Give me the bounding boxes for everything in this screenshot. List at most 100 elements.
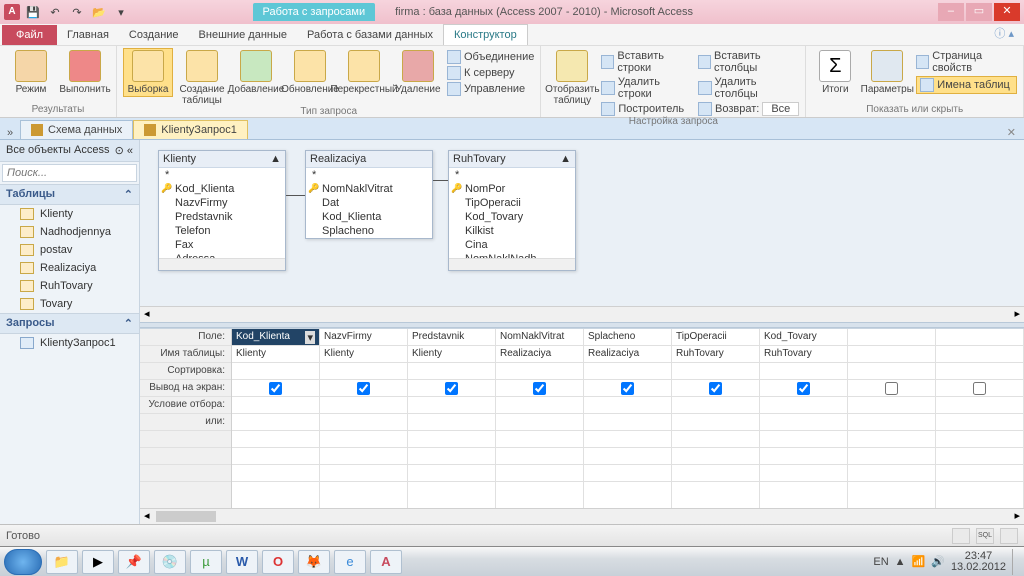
show-checkbox[interactable]	[709, 382, 722, 395]
tab-create[interactable]: Создание	[119, 25, 189, 45]
grid-column[interactable]: TipOperaciiRuhTovary	[672, 329, 760, 508]
nav-toggle-icon[interactable]: »	[0, 127, 20, 139]
show-desktop-button[interactable]	[1012, 549, 1020, 575]
btn-totals[interactable]: ΣИтоги	[812, 48, 858, 95]
view-sql-icon[interactable]: SQL	[976, 528, 994, 544]
tab-home[interactable]: Главная	[57, 25, 119, 45]
diagram-hscroll[interactable]: ◂▸	[140, 306, 1024, 322]
close-button[interactable]: ✕	[994, 3, 1020, 21]
btn-insertrows[interactable]: Вставить строки	[601, 50, 694, 74]
tab-external[interactable]: Внешние данные	[189, 25, 297, 45]
nav-table-item[interactable]: postav	[0, 241, 139, 259]
task-access[interactable]: A	[370, 550, 402, 574]
show-checkbox[interactable]	[621, 382, 634, 395]
doctab-close-icon[interactable]: ✕	[999, 126, 1024, 139]
table-ruhtovary[interactable]: RuhTovary▲ *NomPorTipOperaciiKod_TovaryK…	[448, 150, 576, 271]
grid-column[interactable]: PredstavnikKlienty	[408, 329, 496, 508]
tray-flag-icon[interactable]: ▲	[895, 556, 906, 568]
task-utorrent[interactable]: µ	[190, 550, 222, 574]
grid-column[interactable]	[848, 329, 936, 508]
btn-union[interactable]: Объединение	[447, 50, 534, 64]
nav-query-item[interactable]: KlientyЗапрос1	[0, 334, 139, 352]
grid-column[interactable]: SplachenoRealizaciya	[584, 329, 672, 508]
grid-columns[interactable]: Kod_Klienta ▾KlientyNazvFirmyKlientyPred…	[232, 329, 1024, 508]
tray-clock[interactable]: 23:4713.02.2012	[951, 551, 1006, 573]
collapse-icon[interactable]: ⌃	[124, 317, 133, 330]
show-checkbox[interactable]	[533, 382, 546, 395]
qat-open-icon[interactable]: 📂	[90, 3, 108, 21]
show-checkbox[interactable]	[269, 382, 282, 395]
relationship-diagram[interactable]: Klienty▲ *Kod_KlientaNazvFirmyPredstavni…	[140, 140, 1024, 306]
nav-header[interactable]: Все объекты Access⊙ «	[0, 140, 139, 162]
btn-crosstab[interactable]: Перекрестный	[339, 48, 389, 95]
task-word[interactable]: W	[226, 550, 258, 574]
tray-network-icon[interactable]: 📶	[912, 555, 926, 568]
task-app[interactable]: 💿	[154, 550, 186, 574]
doctab-schema[interactable]: Схема данных	[20, 120, 133, 139]
show-checkbox[interactable]	[357, 382, 370, 395]
qat-undo-icon[interactable]: ↶	[46, 3, 64, 21]
task-pin[interactable]: 📌	[118, 550, 150, 574]
table-klienty[interactable]: Klienty▲ *Kod_KlientaNazvFirmyPredstavni…	[158, 150, 286, 271]
grid-hscroll[interactable]: ◂▸	[140, 508, 1024, 524]
nav-table-item[interactable]: Realizaciya	[0, 259, 139, 277]
btn-update[interactable]: Обновление	[285, 48, 335, 95]
nav-cat-queries[interactable]: Запросы⌃	[0, 313, 139, 334]
grid-column[interactable]: Kod_Klienta ▾Klienty	[232, 329, 320, 508]
nav-table-item[interactable]: Klienty	[0, 205, 139, 223]
btn-showtable[interactable]: Отобразить таблицу	[547, 48, 597, 106]
task-explorer[interactable]: 📁	[46, 550, 78, 574]
view-design-icon[interactable]	[1000, 528, 1018, 544]
task-opera[interactable]: O	[262, 550, 294, 574]
tab-dbtools[interactable]: Работа с базами данных	[297, 25, 443, 45]
show-checkbox[interactable]	[797, 382, 810, 395]
btn-return[interactable]: Возврат: Все	[698, 102, 799, 116]
chevron-down-icon[interactable]: ⊙ «	[115, 144, 133, 157]
minimize-button[interactable]: –	[938, 3, 964, 21]
nav-table-item[interactable]: RuhTovary	[0, 277, 139, 295]
table-realizaciya[interactable]: Realizaciya *NomNaklVitratDatKod_Klienta…	[305, 150, 433, 239]
view-datasheet-icon[interactable]	[952, 528, 970, 544]
maximize-button[interactable]: ▭	[966, 3, 992, 21]
nav-table-item[interactable]: Nadhodjennya	[0, 223, 139, 241]
task-firefox[interactable]: 🦊	[298, 550, 330, 574]
btn-delete[interactable]: Удаление	[393, 48, 443, 95]
btn-insertcols[interactable]: Вставить столбцы	[698, 50, 799, 74]
doctab-query[interactable]: KlientyЗапрос1	[133, 120, 248, 139]
tray-lang[interactable]: EN	[873, 556, 888, 568]
grid-column[interactable]: Kod_TovaryRuhTovary	[760, 329, 848, 508]
btn-run[interactable]: Выполнить	[60, 48, 110, 95]
task-ie[interactable]: e	[334, 550, 366, 574]
btn-tablenames[interactable]: Имена таблиц	[916, 76, 1017, 94]
tab-designer[interactable]: Конструктор	[443, 24, 528, 45]
nav-table-item[interactable]: Tovary	[0, 295, 139, 313]
btn-deletecols[interactable]: Удалить столбцы	[698, 76, 799, 100]
qat-dropdown-icon[interactable]: ▾	[112, 3, 130, 21]
start-button[interactable]	[4, 549, 42, 575]
btn-append[interactable]: Добавление	[231, 48, 281, 95]
tray-volume-icon[interactable]: 🔊	[931, 555, 945, 568]
grid-column[interactable]: NomNaklVitratRealizaciya	[496, 329, 584, 508]
show-checkbox[interactable]	[973, 382, 986, 395]
btn-view[interactable]: Режим	[6, 48, 56, 95]
qat-redo-icon[interactable]: ↷	[68, 3, 86, 21]
show-checkbox[interactable]	[445, 382, 458, 395]
show-checkbox[interactable]	[885, 382, 898, 395]
btn-propsheet[interactable]: Страница свойств	[916, 50, 1017, 74]
btn-passthrough[interactable]: К серверу	[447, 66, 534, 80]
btn-maketable[interactable]: Создание таблицы	[177, 48, 227, 106]
help-icon[interactable]: ⓘ ▴	[984, 21, 1024, 45]
btn-params[interactable]: Параметры	[862, 48, 912, 95]
btn-select[interactable]: Выборка	[123, 48, 173, 97]
btn-datadef[interactable]: Управление	[447, 82, 534, 96]
collapse-icon[interactable]: ⌃	[124, 188, 133, 201]
qat-save-icon[interactable]: 💾	[24, 3, 42, 21]
btn-deleterows[interactable]: Удалить строки	[601, 76, 694, 100]
task-player[interactable]: ▶	[82, 550, 114, 574]
tab-file[interactable]: Файл	[2, 25, 57, 45]
btn-builder[interactable]: Построитель	[601, 102, 694, 116]
nav-cat-tables[interactable]: Таблицы⌃	[0, 184, 139, 205]
grid-column[interactable]	[936, 329, 1024, 508]
nav-search-input[interactable]	[2, 164, 137, 182]
grid-column[interactable]: NazvFirmyKlienty	[320, 329, 408, 508]
